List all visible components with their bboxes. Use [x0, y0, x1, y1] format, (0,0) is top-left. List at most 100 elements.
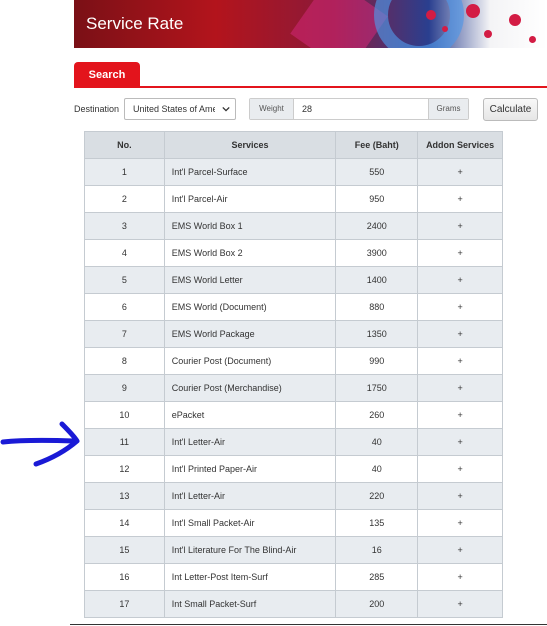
- row-fee: 990: [335, 347, 419, 375]
- row-service: EMS World Package: [163, 320, 337, 348]
- service-rate-banner: Service Rate: [74, 0, 547, 48]
- tab-search[interactable]: Search: [74, 62, 140, 88]
- row-fee: 16: [335, 536, 419, 564]
- row-fee: 135: [335, 509, 419, 537]
- row-no: 14: [84, 509, 165, 537]
- table-row: 17 Int Small Packet-Surf 200 +: [84, 590, 503, 618]
- row-service: Int'l Small Packet-Air: [163, 509, 337, 537]
- search-form: Destination United States of America Wei…: [0, 98, 547, 122]
- addon-plus-button[interactable]: +: [417, 212, 503, 240]
- destination-select[interactable]: United States of America: [124, 98, 236, 120]
- addon-plus-button[interactable]: +: [417, 455, 503, 483]
- banner-decoration: [374, 0, 464, 48]
- divider: [70, 624, 547, 625]
- row-no: 16: [84, 563, 165, 591]
- chevron-down-icon: [222, 106, 230, 112]
- addon-plus-button[interactable]: +: [417, 428, 503, 456]
- row-fee: 40: [335, 428, 419, 456]
- weight-label: Weight: [250, 99, 294, 119]
- service-rate-table: No. Services Fee (Baht) Addon Services 1…: [84, 131, 503, 618]
- table-row: 16 Int Letter-Post Item-Surf 285 +: [84, 563, 503, 591]
- calculate-button[interactable]: Calculate: [483, 98, 538, 121]
- banner-decoration: [509, 14, 521, 26]
- row-service: EMS World Box 2: [163, 239, 337, 267]
- row-service: ePacket: [163, 401, 337, 429]
- table-body: 1 Int'l Parcel-Surface 550 +2 Int'l Parcel-A…: [84, 158, 503, 618]
- addon-plus-button[interactable]: +: [417, 320, 503, 348]
- row-fee: 220: [335, 482, 419, 510]
- weight-input[interactable]: [294, 99, 430, 119]
- row-fee: 2400: [335, 212, 419, 240]
- weight-input-group: Weight Grams: [249, 98, 469, 120]
- addon-plus-button[interactable]: +: [417, 185, 503, 213]
- row-no: 15: [84, 536, 165, 564]
- banner-decoration: [466, 4, 480, 18]
- table-row: 11 Int'l Letter-Air 40 +: [84, 428, 503, 456]
- table-header-row: No. Services Fee (Baht) Addon Services: [84, 131, 503, 159]
- row-no: 11: [84, 428, 165, 456]
- addon-plus-button[interactable]: +: [417, 347, 503, 375]
- addon-plus-button[interactable]: +: [417, 158, 503, 186]
- row-no: 17: [84, 590, 165, 618]
- table-row: 1 Int'l Parcel-Surface 550 +: [84, 158, 503, 186]
- table-row: 5 EMS World Letter 1400 +: [84, 266, 503, 294]
- row-no: 3: [84, 212, 165, 240]
- addon-plus-button[interactable]: +: [417, 239, 503, 267]
- row-service: EMS World (Document): [163, 293, 337, 321]
- row-fee: 1350: [335, 320, 419, 348]
- row-service: Int'l Printed Paper-Air: [163, 455, 337, 483]
- table-row: 13 Int'l Letter-Air 220 +: [84, 482, 503, 510]
- addon-plus-button[interactable]: +: [417, 563, 503, 591]
- destination-label: Destination: [74, 104, 120, 114]
- table-row: 3 EMS World Box 1 2400 +: [84, 212, 503, 240]
- header-services: Services: [163, 131, 337, 159]
- row-fee: 260: [335, 401, 419, 429]
- tab-bar: Search: [74, 62, 547, 88]
- row-service: EMS World Box 1: [163, 212, 337, 240]
- row-no: 9: [84, 374, 165, 402]
- addon-plus-button[interactable]: +: [417, 482, 503, 510]
- row-fee: 1750: [335, 374, 419, 402]
- row-no: 10: [84, 401, 165, 429]
- banner-decoration: [290, 0, 388, 48]
- table-row: 7 EMS World Package 1350 +: [84, 320, 503, 348]
- banner-decoration: [529, 36, 536, 43]
- row-service: Int'l Parcel-Surface: [163, 158, 337, 186]
- row-fee: 285: [335, 563, 419, 591]
- row-fee: 950: [335, 185, 419, 213]
- row-no: 1: [84, 158, 165, 186]
- destination-value: United States of America: [133, 104, 215, 114]
- row-fee: 1400: [335, 266, 419, 294]
- row-service: Courier Post (Merchandise): [163, 374, 337, 402]
- table-row: 10 ePacket 260 +: [84, 401, 503, 429]
- weight-unit: Grams: [428, 99, 468, 119]
- table-row: 2 Int'l Parcel-Air 950 +: [84, 185, 503, 213]
- row-no: 4: [84, 239, 165, 267]
- row-no: 8: [84, 347, 165, 375]
- addon-plus-button[interactable]: +: [417, 374, 503, 402]
- table-row: 12 Int'l Printed Paper-Air 40 +: [84, 455, 503, 483]
- banner-decoration: [484, 30, 492, 38]
- table-row: 15 Int'l Literature For The Blind-Air 16 +: [84, 536, 503, 564]
- table-row: 4 EMS World Box 2 3900 +: [84, 239, 503, 267]
- addon-plus-button[interactable]: +: [417, 266, 503, 294]
- row-no: 5: [84, 266, 165, 294]
- addon-plus-button[interactable]: +: [417, 401, 503, 429]
- row-no: 13: [84, 482, 165, 510]
- row-no: 12: [84, 455, 165, 483]
- row-fee: 3900: [335, 239, 419, 267]
- table-row: 9 Courier Post (Merchandise) 1750 +: [84, 374, 503, 402]
- row-service: Int'l Letter-Air: [163, 428, 337, 456]
- table-row: 6 EMS World (Document) 880 +: [84, 293, 503, 321]
- addon-plus-button[interactable]: +: [417, 536, 503, 564]
- addon-plus-button[interactable]: +: [417, 293, 503, 321]
- row-service: Int Letter-Post Item-Surf: [163, 563, 337, 591]
- addon-plus-button[interactable]: +: [417, 509, 503, 537]
- banner-decoration: [426, 10, 436, 20]
- header-fee: Fee (Baht): [335, 131, 419, 159]
- row-no: 7: [84, 320, 165, 348]
- row-service: EMS World Letter: [163, 266, 337, 294]
- addon-plus-button[interactable]: +: [417, 590, 503, 618]
- table-row: 14 Int'l Small Packet-Air 135 +: [84, 509, 503, 537]
- row-service: Int'l Parcel-Air: [163, 185, 337, 213]
